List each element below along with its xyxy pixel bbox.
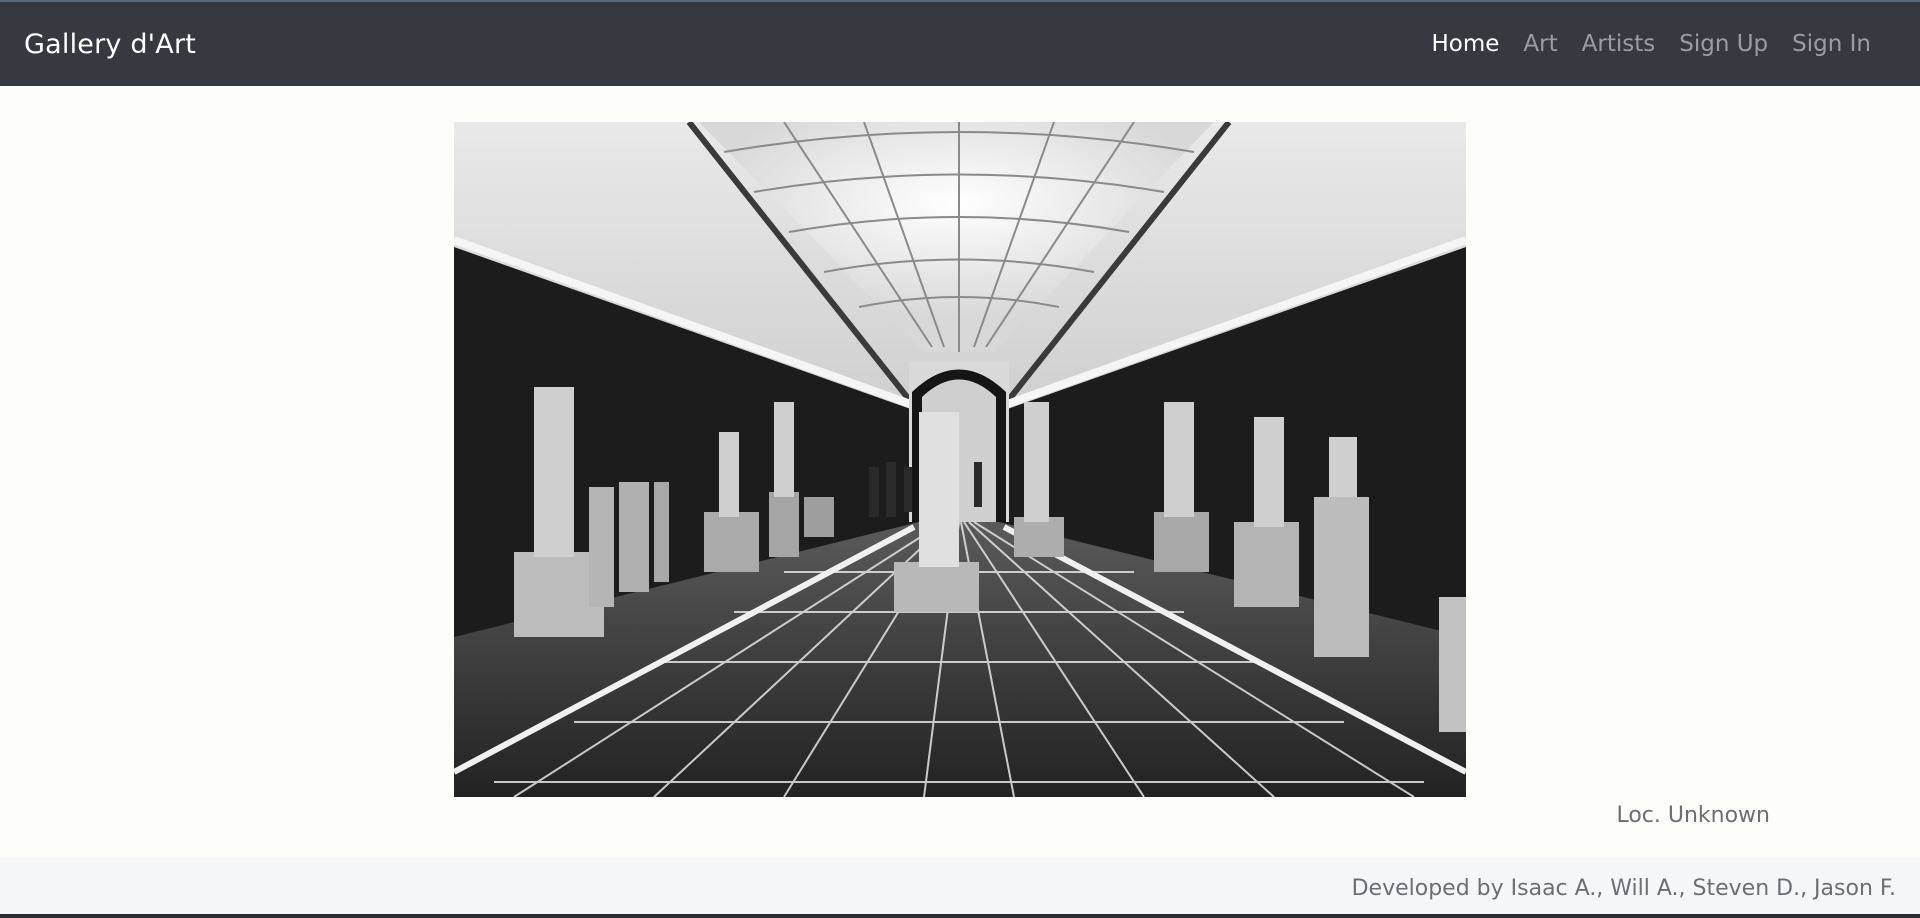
nav-artists[interactable]: Artists: [1570, 31, 1668, 57]
gallery-hall-photo: [454, 122, 1466, 797]
hero-image: [454, 122, 1466, 797]
image-caption: Loc. Unknown: [1616, 803, 1770, 828]
nav-home[interactable]: Home: [1420, 31, 1512, 57]
brand-link[interactable]: Gallery d'Art: [24, 29, 196, 60]
nav-sign-in[interactable]: Sign In: [1780, 31, 1883, 57]
nav-art[interactable]: Art: [1511, 31, 1569, 57]
nav-links: Home Art Artists Sign Up Sign In: [1420, 31, 1884, 57]
footer: Developed by Isaac A., Will A., Steven D…: [0, 858, 1920, 918]
bottom-strip: [0, 914, 1920, 918]
navbar: Gallery d'Art Home Art Artists Sign Up S…: [0, 2, 1920, 86]
nav-sign-up[interactable]: Sign Up: [1667, 31, 1780, 57]
footer-credits: Developed by Isaac A., Will A., Steven D…: [1351, 875, 1896, 901]
